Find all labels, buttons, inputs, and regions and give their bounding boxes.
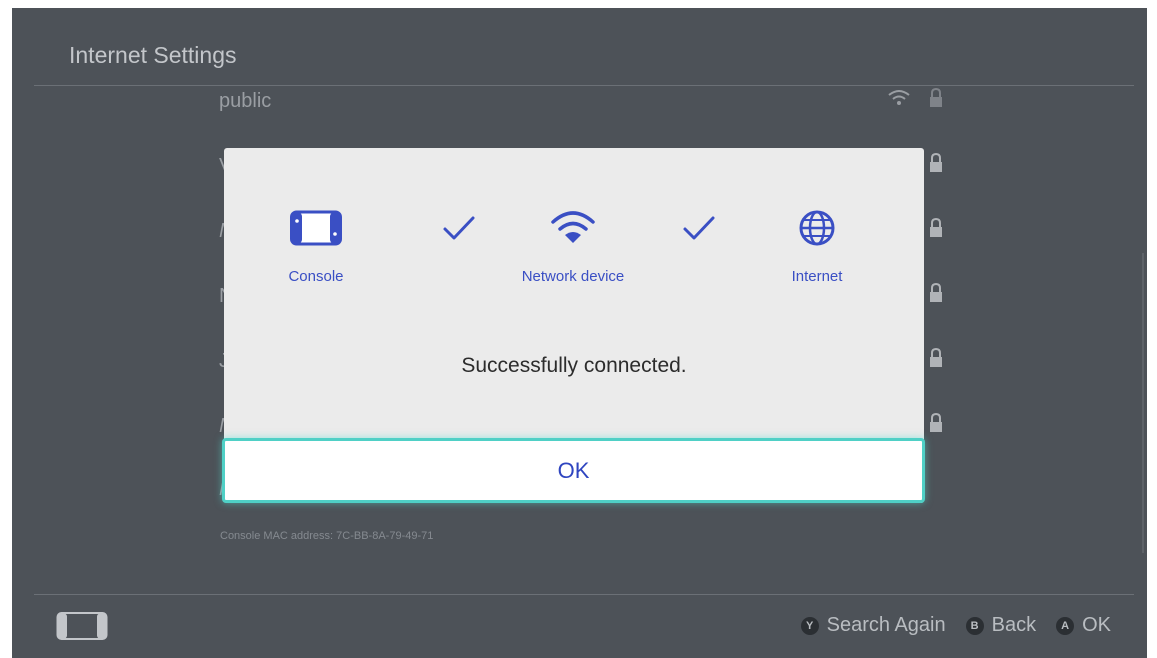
console-mac-address: Console MAC address: 7C-BB-8A-79-49-71	[220, 530, 434, 542]
wifi-icon	[888, 90, 910, 105]
a-button-icon: A	[1056, 616, 1075, 635]
y-button-icon: Y	[800, 616, 819, 635]
console-icon	[290, 210, 342, 246]
search-again-label: Search Again	[826, 614, 946, 636]
ok-action[interactable]: A OK	[1056, 614, 1111, 637]
ok-button[interactable]: OK	[222, 438, 925, 503]
footer-divider	[34, 594, 1134, 595]
lock-icon	[930, 412, 942, 432]
check-icon	[443, 216, 475, 240]
footer-actions: Y Search Again B Back A OK	[800, 614, 1111, 637]
search-again-action[interactable]: Y Search Again	[800, 614, 946, 637]
lock-icon	[930, 217, 942, 237]
network-name: public	[219, 90, 272, 112]
connection-status-message: Successfully connected.	[461, 354, 687, 377]
lock-icon	[930, 87, 942, 107]
lock-icon	[930, 282, 942, 302]
scrollbar[interactable]	[1142, 253, 1144, 553]
check-icon	[683, 216, 715, 240]
wifi-icon	[551, 211, 595, 243]
network-row[interactable]: public	[207, 86, 967, 126]
internet-step-label: Internet	[791, 268, 843, 285]
lock-icon	[930, 152, 942, 172]
lock-icon	[930, 347, 942, 367]
console-step-label: Console	[288, 268, 344, 285]
ok-footer-label: OK	[1082, 614, 1111, 636]
back-action[interactable]: B Back	[965, 614, 1037, 637]
back-label: Back	[991, 614, 1037, 636]
network-device-step-label: Network device	[521, 268, 625, 285]
globe-icon	[799, 210, 835, 246]
console-icon	[56, 612, 108, 640]
b-button-icon: B	[965, 616, 984, 635]
